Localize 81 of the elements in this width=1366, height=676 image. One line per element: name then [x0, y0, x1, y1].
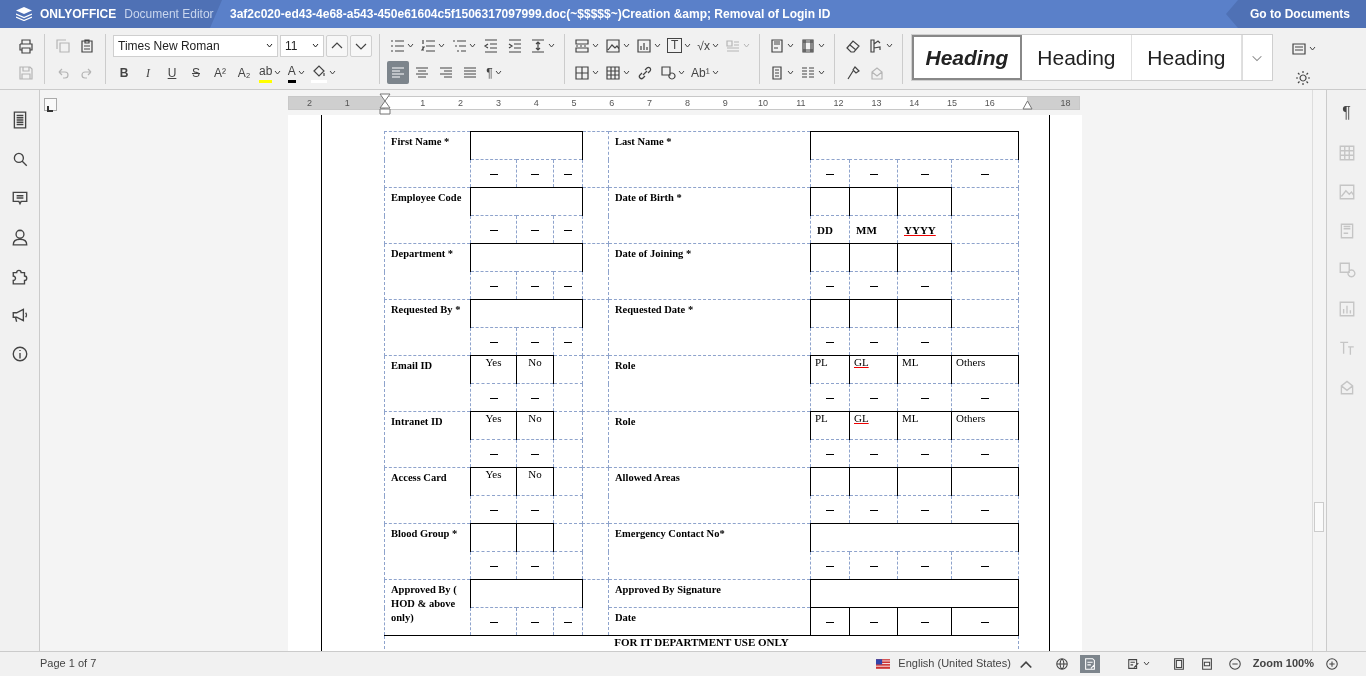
- ruler-number: 9: [722, 97, 728, 109]
- field-label: Approved By Signature: [614, 583, 722, 597]
- format-button[interactable]: A²: [209, 61, 231, 84]
- date-part-label: YYYY: [904, 224, 936, 237]
- field-label: Emergency Contact No*: [614, 527, 726, 541]
- style-preset[interactable]: Heading: [1021, 35, 1132, 80]
- option-label: PL: [815, 356, 828, 369]
- paragraph-settings-button[interactable]: ¶: [1342, 104, 1351, 122]
- field-label: Date of Joining *: [614, 247, 693, 261]
- field-label: Requested By *: [390, 303, 462, 317]
- style-preset[interactable]: Heading: [911, 35, 1022, 80]
- app-name: Document Editor: [124, 6, 214, 23]
- field-label: Allowed Areas: [614, 471, 681, 485]
- field-label: Date of Birth *: [614, 191, 683, 205]
- format-button[interactable]: S: [185, 61, 207, 84]
- format-button[interactable]: U: [161, 61, 183, 84]
- ruler-number: 16: [984, 97, 995, 109]
- field-label: Date: [614, 611, 637, 625]
- ruler-number: 5: [571, 97, 577, 109]
- style-preset[interactable]: Heading: [1131, 35, 1242, 80]
- field-label: Email ID: [390, 359, 434, 373]
- zoom-level: Zoom 100%: [1252, 656, 1314, 672]
- option-box[interactable]: Yes: [470, 467, 517, 496]
- ruler-number: 7: [647, 97, 653, 109]
- ruler-number: 2: [306, 97, 312, 109]
- format-button[interactable]: A: [285, 61, 308, 84]
- document-title: 3af2c020-ed43-4e68-a543-450e61604c5f1506317097999.doc(~$$$$$~)Creation &amp; Removal of Login ID: [230, 6, 832, 23]
- field-label: Role: [614, 359, 637, 373]
- field-label: Intranet ID: [390, 415, 444, 429]
- option-box[interactable]: No: [516, 411, 554, 440]
- option-label: Others: [956, 412, 986, 425]
- date-part-label: MM: [856, 224, 877, 237]
- ruler-number: 10: [758, 97, 768, 109]
- ruler-number: 12: [833, 97, 844, 109]
- ruler-number: 15: [947, 97, 957, 109]
- ruler-number: 2: [458, 97, 464, 109]
- page-counter: Page 1 of 7: [40, 656, 98, 672]
- option-label: GL: [854, 412, 869, 425]
- field-label: Access Card: [390, 471, 448, 485]
- option-label: ML: [902, 412, 919, 425]
- format-button[interactable]: ¶: [483, 61, 505, 84]
- format-button[interactable]: I: [137, 61, 159, 84]
- option-label: GL: [854, 356, 869, 369]
- field-label: Requested Date *: [614, 303, 695, 317]
- field-label: Last Name *: [614, 135, 673, 149]
- ruler-number: 3: [495, 97, 501, 109]
- format-button[interactable]: ab: [257, 61, 284, 84]
- format-button[interactable]: B: [113, 61, 135, 84]
- ruler-number: 4: [533, 97, 539, 109]
- option-box[interactable]: Yes: [470, 355, 517, 384]
- ruler-number: 13: [871, 97, 882, 109]
- ruler-number: 18: [1060, 97, 1071, 109]
- option-box[interactable]: Yes: [470, 411, 517, 440]
- ruler-number: 14: [909, 97, 920, 109]
- ruler-number: 1: [420, 97, 426, 109]
- section-heading: FOR IT DEPARTMENT USE ONLY: [614, 636, 789, 648]
- format-button[interactable]: Ab¹: [689, 61, 721, 84]
- format-button[interactable]: T: [665, 34, 694, 57]
- date-part-label: DD: [817, 224, 833, 237]
- ruler-number: 1: [344, 97, 350, 109]
- option-box[interactable]: No: [516, 467, 554, 496]
- font-size-dropdown[interactable]: 11: [280, 34, 324, 57]
- font-name-dropdown[interactable]: Times New Roman: [113, 34, 278, 57]
- ruler-number: 11: [796, 97, 806, 109]
- option-label: ML: [902, 356, 919, 369]
- field-label: Role: [614, 415, 637, 429]
- ruler-number: 6: [609, 97, 615, 109]
- field-label: Blood Group *: [390, 527, 459, 541]
- ruler-number: 8: [684, 97, 690, 109]
- format-button[interactable]: √x: [695, 34, 721, 57]
- go-to-documents-link[interactable]: Go to Documents: [1226, 0, 1366, 28]
- option-box[interactable]: No: [516, 355, 554, 384]
- format-button[interactable]: A₂: [233, 61, 255, 84]
- field-label: First Name *: [390, 135, 451, 149]
- brand-name: ONLYOFFICE: [40, 6, 117, 23]
- language-selector[interactable]: English (United States): [873, 653, 1036, 674]
- field-label: Employee Code: [390, 191, 463, 205]
- field-label: Department *: [390, 247, 455, 261]
- option-label: Others: [956, 356, 986, 369]
- field-label: Approved By ( HOD & above only): [390, 583, 458, 625]
- option-label: PL: [815, 412, 828, 425]
